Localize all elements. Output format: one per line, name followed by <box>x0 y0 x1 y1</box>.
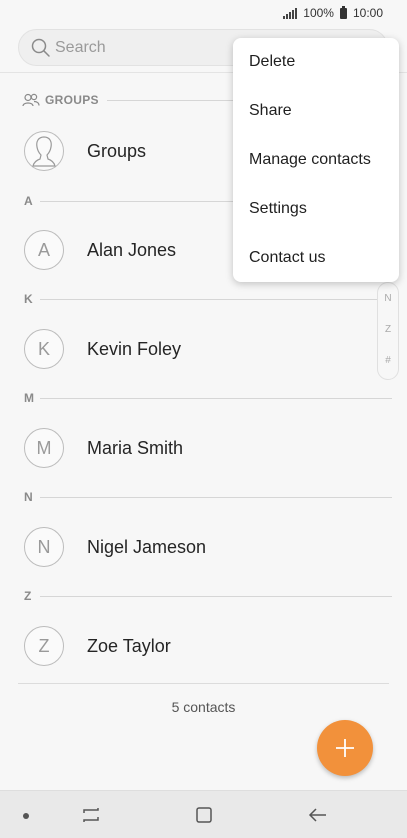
home-icon <box>196 807 212 823</box>
contact-avatar: A <box>24 230 64 270</box>
index-scroller[interactable]: N Z # <box>377 282 399 380</box>
contact-row[interactable]: K Kevin Foley <box>24 329 374 369</box>
menu-item-contact-us[interactable]: Contact us <box>249 249 325 267</box>
search-icon <box>31 38 50 57</box>
section-header-k: K <box>24 292 392 306</box>
section-header-z: Z <box>24 589 392 603</box>
navigation-bar <box>0 790 407 838</box>
index-letter[interactable]: Z <box>378 324 398 335</box>
section-letter: Z <box>24 589 32 603</box>
section-letter: M <box>24 391 34 405</box>
contact-name: Zoe Taylor <box>87 635 171 656</box>
menu-item-share[interactable]: Share <box>249 102 292 120</box>
signal-icon <box>283 7 298 19</box>
section-letter: A <box>24 194 33 208</box>
dot-icon <box>23 813 29 819</box>
back-icon <box>308 808 326 822</box>
divider <box>40 397 392 399</box>
contact-avatar: K <box>24 329 64 369</box>
groups-label: Groups <box>87 140 147 161</box>
contact-count: 5 contacts <box>171 699 236 715</box>
battery-percent: 100% <box>303 6 334 20</box>
contact-name: Maria Smith <box>87 437 184 458</box>
contact-name: Alan Jones <box>87 239 177 260</box>
group-avatar <box>24 131 64 171</box>
section-header-m: M <box>24 391 392 405</box>
status-bar: 100% 10:00 <box>0 0 407 26</box>
battery-icon <box>339 5 347 19</box>
groups-header-label: GROUPS <box>45 93 99 107</box>
contact-row[interactable]: N Nigel Jameson <box>24 527 374 567</box>
recent-apps-icon <box>83 808 99 822</box>
menu-item-delete[interactable]: Delete <box>249 53 295 71</box>
index-letter[interactable]: N <box>378 293 398 304</box>
section-header-n: N <box>24 490 392 504</box>
index-letter[interactable]: # <box>378 355 398 366</box>
contact-name: Nigel Jameson <box>87 536 207 557</box>
section-letter: K <box>24 292 33 306</box>
add-contact-button[interactable] <box>317 720 373 776</box>
contact-name: Kevin Foley <box>87 338 182 359</box>
contact-row[interactable]: M Maria Smith <box>24 428 374 468</box>
person-silhouette-icon <box>32 136 56 167</box>
menu-item-settings[interactable]: Settings <box>249 200 307 218</box>
clock: 10:00 <box>352 6 383 20</box>
home-button[interactable] <box>193 805 215 825</box>
contact-avatar: N <box>24 527 64 567</box>
plus-icon <box>336 739 354 757</box>
people-icon <box>22 93 40 107</box>
section-letter: N <box>24 490 33 504</box>
contact-avatar: Z <box>24 626 64 666</box>
divider <box>18 683 389 684</box>
contact-row[interactable]: Z Zoe Taylor <box>24 626 374 666</box>
divider <box>40 496 392 498</box>
search-input[interactable] <box>55 38 255 57</box>
divider <box>40 595 392 597</box>
divider <box>40 298 392 300</box>
recent-apps-button[interactable] <box>80 805 102 825</box>
menu-item-manage-contacts[interactable]: Manage contacts <box>249 151 371 169</box>
contact-avatar: M <box>24 428 64 468</box>
overflow-menu: Delete Share Manage contacts Settings Co… <box>233 38 399 282</box>
back-button[interactable] <box>307 805 329 825</box>
groups-section-header: GROUPS <box>22 93 262 107</box>
